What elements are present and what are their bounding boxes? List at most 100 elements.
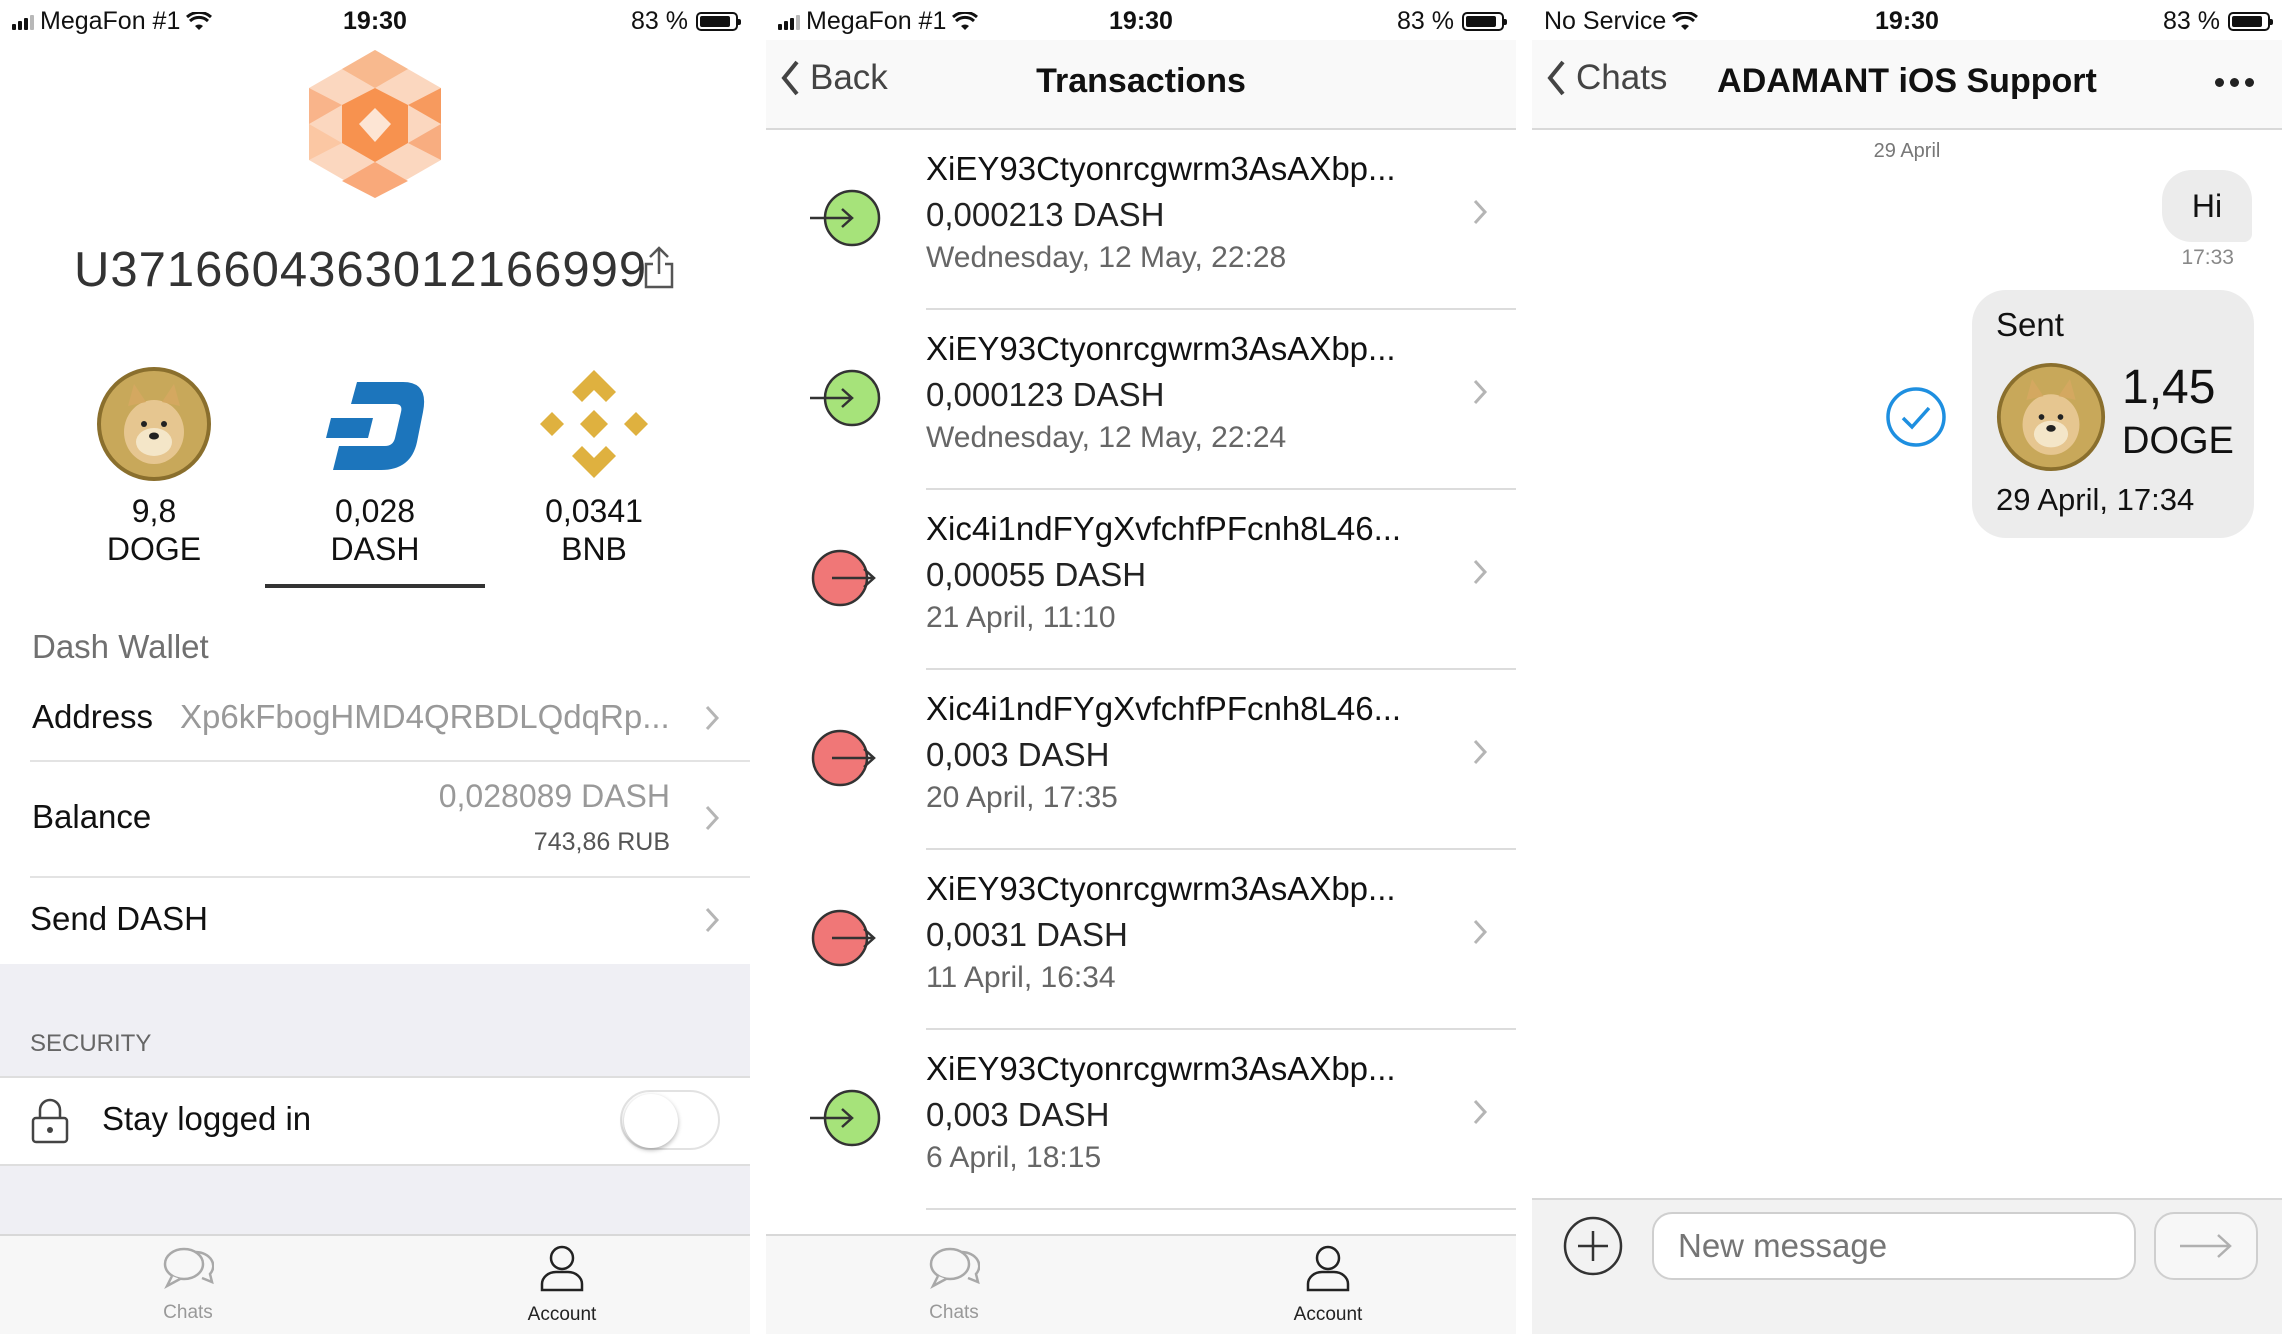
account-icon (1306, 1245, 1350, 1292)
transactions-screen: MegaFon #1 19:30 83 % Back Transactions … (766, 0, 1516, 1334)
transaction-date: Wednesday, 12 May, 22:24 (926, 421, 1287, 454)
outgoing-arrow-icon (811, 549, 876, 607)
dash-coin-icon (326, 382, 425, 470)
tab-bar: Chats Account (766, 1234, 1516, 1334)
transaction-date: 20 April, 17:35 (926, 781, 1118, 814)
transaction-row[interactable]: XiEY93Ctyonrcgwrm3AsAXbp... 0,003 DASH 6 A… (766, 1030, 1516, 1210)
balance-fiat: 743,86 RUB (533, 828, 670, 856)
chevron-right-icon (1473, 559, 1488, 585)
message-time: 17:33 (2181, 246, 2234, 269)
security-header: SECURITY (30, 1030, 152, 1057)
stay-logged-in-toggle[interactable] (620, 1090, 720, 1150)
send-row[interactable]: Send DASH (30, 878, 750, 964)
chevron-right-icon (1473, 919, 1488, 945)
transaction-address: XiEY93Ctyonrcgwrm3AsAXbp... (926, 330, 1396, 367)
transaction-amount: 0,000213 DASH (926, 196, 1165, 233)
wallet-title: Dash Wallet (32, 628, 209, 665)
transaction-row[interactable]: XiEY93Ctyonrcgwrm3AsAXbp... 0,000123 DASH… (766, 310, 1516, 490)
tab-account-label: Account (527, 1304, 597, 1325)
stay-logged-in-row: Stay logged in (0, 1076, 750, 1166)
doge-coin-icon (97, 367, 211, 481)
status-bar: MegaFon #1 19:30 83 % (0, 0, 750, 40)
battery-icon (1462, 12, 1507, 31)
tab-account-label: Account (1293, 1304, 1363, 1325)
battery-percent: 83 % (1397, 7, 1454, 35)
chats-icon (163, 1247, 215, 1289)
transaction-date: 11 April, 16:34 (926, 961, 1116, 994)
tab-chats-label: Chats (163, 1302, 213, 1323)
chevron-right-icon (705, 805, 720, 831)
nav-bar: Back Transactions (766, 40, 1516, 130)
transaction-date: 6 April, 18:15 (926, 1141, 1102, 1174)
transaction-date: 21 April, 11:10 (926, 601, 1116, 634)
adamant-logo-icon (309, 50, 441, 198)
send-arrow-icon (2180, 1234, 2232, 1258)
share-icon[interactable] (642, 246, 676, 290)
balance-row[interactable]: Balance 0,028089 DASH 743,86 RUB (30, 762, 750, 876)
date-separator: 29 April (1873, 140, 1941, 162)
status-bar: No Service 19:30 83 % (1532, 0, 2282, 40)
transaction-address: XiEY93Ctyonrcgwrm3AsAXbp... (926, 1050, 1396, 1087)
transaction-row[interactable]: Xic4i1ndFYgXvfchfPFcnh8L46... 0,003 DASH 2… (766, 670, 1516, 850)
transaction-row[interactable]: Xic4i1ndFYgXvfchfPFcnh8L46... 0,00055 DAS… (766, 490, 1516, 670)
chat-title: ADAMANT iOS Support (1717, 62, 2097, 100)
transaction-row[interactable]: XiEY93Ctyonrcgwrm3AsAXbp... 0,000213 DASH… (766, 130, 1516, 310)
doge-balance: 9,8 (131, 493, 177, 529)
dash-balance: 0,028 (334, 493, 416, 529)
chevron-right-icon (705, 705, 720, 731)
battery-icon (2228, 12, 2273, 31)
more-dots-icon[interactable] (2215, 78, 2254, 87)
balance-amount: 0,028089 DASH (438, 778, 670, 814)
account-id: U3716604363012166999 (74, 243, 648, 297)
chevron-right-icon (1473, 739, 1488, 765)
address-label: Address (32, 698, 154, 735)
plus-icon[interactable] (1562, 1215, 1624, 1277)
send-button[interactable] (2154, 1212, 2258, 1280)
coin-bnb[interactable]: 0,0341 BNB (484, 366, 704, 568)
page-title: Transactions (1036, 62, 1246, 100)
message-input-bar (1532, 1198, 2282, 1334)
selected-coin-indicator (265, 584, 485, 588)
transfer-date: 29 April, 17:34 (1996, 482, 2195, 517)
transfer-amount: 1,45 (2122, 361, 2216, 414)
chevron-right-icon (1473, 379, 1488, 405)
coin-dash[interactable]: 0,028 DASH (265, 366, 485, 568)
send-label: Send DASH (30, 900, 208, 937)
tab-chats[interactable]: Chats (88, 1244, 288, 1324)
bnb-balance: 0,0341 (545, 493, 643, 529)
dash-symbol: DASH (330, 531, 420, 567)
tab-chats[interactable]: Chats (854, 1244, 1054, 1324)
bnb-coin-icon (540, 370, 648, 478)
message-input[interactable] (1652, 1212, 2136, 1280)
bnb-symbol: BNB (561, 531, 627, 567)
battery-percent: 83 % (631, 7, 688, 35)
transaction-address: Xic4i1ndFYgXvfchfPFcnh8L46... (926, 690, 1402, 727)
incoming-arrow-icon (810, 1089, 881, 1147)
balance-label: Balance (32, 798, 152, 835)
lock-icon (31, 1098, 69, 1144)
message-text: Hi (2191, 187, 2223, 224)
incoming-arrow-icon (810, 189, 881, 247)
transaction-row[interactable]: XiEY93Ctyonrcgwrm3AsAXbp... 0,0031 DASH 11… (766, 850, 1516, 1030)
checkmark-icon (1886, 387, 1946, 447)
chats-icon (929, 1247, 981, 1289)
tab-account[interactable]: Account (1228, 1244, 1428, 1326)
wallet-screen: MegaFon #1 19:30 83 % U37166043630121669… (0, 0, 750, 1334)
message-bubble[interactable]: Hi (2162, 170, 2252, 242)
transfer-bubble[interactable]: Sent 1,45 DOGE 29 April, 17:34 (1972, 290, 2254, 538)
transaction-date: Wednesday, 12 May, 22:28 (926, 241, 1287, 274)
tab-account[interactable]: Account (462, 1244, 662, 1326)
transaction-address: XiEY93Ctyonrcgwrm3AsAXbp... (926, 150, 1396, 187)
chevron-right-icon (1473, 199, 1488, 225)
transaction-address: Xic4i1ndFYgXvfchfPFcnh8L46... (926, 510, 1402, 547)
battery-percent: 83 % (2163, 7, 2220, 35)
tab-chats-label: Chats (929, 1302, 979, 1323)
coin-doge[interactable]: 9,8 DOGE (44, 366, 264, 568)
outgoing-arrow-icon (811, 909, 876, 967)
address-row[interactable]: Address Xp6kFbogHMD4QRBDLQdqRp... (30, 690, 750, 760)
transfer-currency: DOGE (2122, 420, 2234, 462)
chat-screen: No Service 19:30 83 % Chats ADAMANT iOS … (1532, 0, 2282, 1334)
account-icon (540, 1245, 584, 1292)
transaction-address: XiEY93Ctyonrcgwrm3AsAXbp... (926, 870, 1396, 907)
battery-icon (696, 12, 741, 31)
